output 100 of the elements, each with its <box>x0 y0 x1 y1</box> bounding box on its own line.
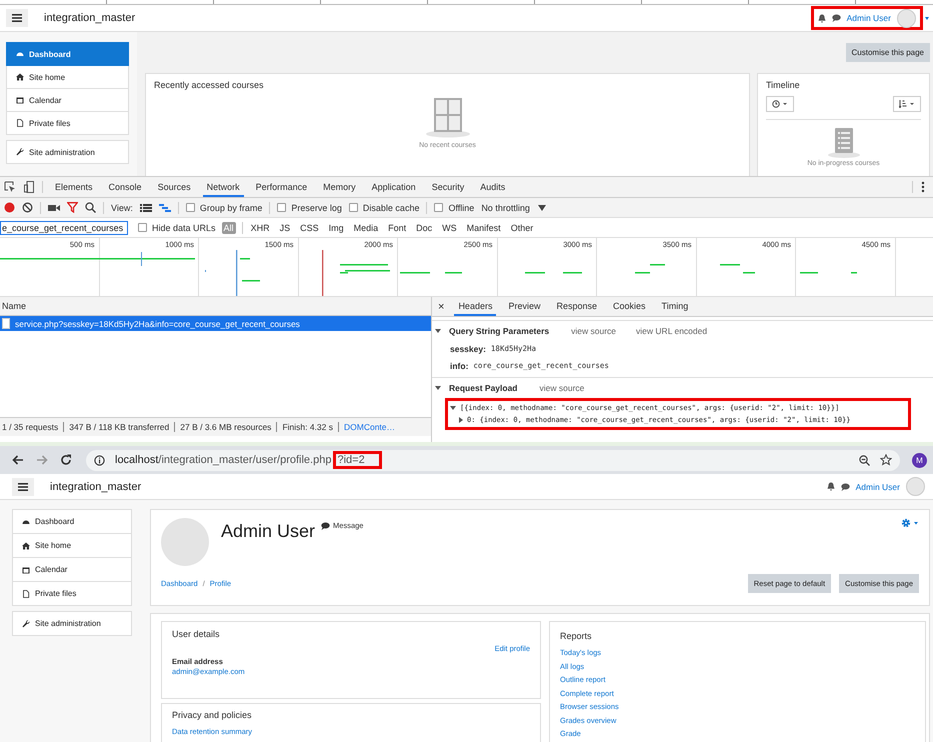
resource-type-filter[interactable]: WS <box>440 222 459 234</box>
resource-type-filter[interactable]: Media <box>352 222 380 234</box>
resource-type-filter[interactable]: Other <box>508 222 536 234</box>
calendar-icon <box>22 566 30 574</box>
section-title[interactable]: Request Payload <box>449 382 518 392</box>
devtools-tab[interactable]: Security <box>428 177 468 197</box>
more-options-icon[interactable] <box>921 181 925 193</box>
clear-icon[interactable] <box>22 202 33 213</box>
home-icon <box>22 542 30 550</box>
throttling-dropdown[interactable]: No throttling <box>481 202 546 212</box>
file-icon <box>16 119 24 127</box>
resource-type-filter[interactable]: JS <box>278 222 292 234</box>
sidebar-item[interactable]: Site home <box>6 66 129 89</box>
devtools-tab[interactable]: Performance <box>252 177 312 197</box>
list-view-icon[interactable] <box>140 204 152 212</box>
devtools-tab[interactable]: Application <box>368 177 420 197</box>
sidebar-item[interactable]: Dashboard <box>6 42 129 66</box>
waterfall-view-icon[interactable] <box>158 204 171 212</box>
sidebar-item[interactable]: Site administration <box>6 140 129 164</box>
section-title[interactable]: Query String Parameters <box>449 326 550 336</box>
request-row[interactable]: service.php?sesskey=18Kd5Hy2Ha&info=core_course_get_recent_courses <box>0 316 431 331</box>
sidebar-item[interactable]: Site administration <box>12 611 132 636</box>
site-name[interactable]: integration_master <box>44 12 136 24</box>
sidebar-item[interactable]: Site home <box>12 534 132 558</box>
profile-avatar[interactable]: M <box>912 452 927 468</box>
card-title: User details <box>172 629 221 639</box>
customise-page-button[interactable]: Customise this page <box>846 43 930 62</box>
view-source-link[interactable]: view URL encoded <box>636 326 708 336</box>
site-name[interactable]: integration_master <box>50 480 142 492</box>
dom-content-link[interactable]: DOMConte… <box>344 422 396 432</box>
settings-icon[interactable] <box>901 518 919 528</box>
close-button[interactable]: × <box>438 300 444 312</box>
card-title: Privacy and policies <box>172 710 253 720</box>
devtools-tab[interactable]: Elements <box>51 177 97 197</box>
resource-type-filter[interactable]: CSS <box>298 222 321 234</box>
card-title: Recently accessed courses <box>154 80 264 90</box>
view-source-link[interactable]: view source <box>540 382 584 392</box>
sidebar-item[interactable]: Calendar <box>6 89 129 112</box>
search-icon[interactable] <box>85 202 96 213</box>
sidebar-item[interactable]: Dashboard <box>12 509 132 534</box>
hide-data-urls-checkbox[interactable]: Hide data URLs <box>138 222 216 232</box>
sidebar-item[interactable]: Private files <box>12 582 132 606</box>
avatar-icon[interactable] <box>897 8 916 28</box>
clock-dropdown-button[interactable] <box>766 96 794 112</box>
file-icon <box>22 590 30 598</box>
sidebar-item[interactable]: Private files <box>6 112 129 135</box>
option-checkbox[interactable]: Preserve log <box>277 202 342 212</box>
expand-arrow-icon[interactable] <box>435 386 441 390</box>
resource-type-filter[interactable]: Manifest <box>464 222 503 234</box>
list-document-icon <box>826 126 860 158</box>
option-checkbox[interactable]: Group by frame <box>186 202 262 212</box>
resource-type-filter[interactable]: Font <box>386 222 408 234</box>
address-bar[interactable]: localhost/integration_master/user/profile.php ?id=2 <box>86 450 900 470</box>
menu-button[interactable] <box>6 9 28 27</box>
option-checkbox[interactable]: Disable cache <box>348 202 420 212</box>
detail-tab[interactable]: Headers <box>454 297 496 316</box>
sort-icon <box>899 100 915 108</box>
detail-tab[interactable]: Preview <box>504 297 544 316</box>
user-name-link[interactable]: Admin User <box>856 482 900 492</box>
view-source-link[interactable]: view source <box>571 326 616 336</box>
caret-icon[interactable] <box>925 16 929 20</box>
chat-icon[interactable] <box>840 482 850 490</box>
devtools-tab[interactable]: Console <box>104 177 146 197</box>
option-checkbox[interactable]: Offline <box>434 202 474 212</box>
resource-type-filter[interactable]: Doc <box>414 222 434 234</box>
devtools-tab[interactable]: Memory <box>319 177 360 197</box>
expand-arrow-icon[interactable] <box>450 406 456 410</box>
view-label: View: <box>111 202 133 212</box>
device-icon[interactable] <box>24 181 34 193</box>
devtools-tab[interactable]: Sources <box>154 177 195 197</box>
resource-type-filter[interactable]: XHR <box>248 222 272 234</box>
chat-icon[interactable] <box>832 14 841 22</box>
reload-icon[interactable] <box>60 454 72 466</box>
star-icon[interactable] <box>880 454 892 466</box>
gauge-icon <box>22 518 30 526</box>
resource-type-filter[interactable]: Img <box>326 222 346 234</box>
expand-arrow-icon[interactable] <box>435 328 441 332</box>
back-icon[interactable] <box>12 455 24 465</box>
zoom-out-icon[interactable] <box>859 454 870 466</box>
param-key: sesskey: <box>450 344 486 354</box>
menu-button[interactable] <box>12 478 34 496</box>
card-title: Reports <box>560 631 593 641</box>
menu-icon <box>12 14 22 22</box>
detail-tab[interactable]: Timing <box>658 297 692 316</box>
record-icon[interactable] <box>4 202 15 213</box>
detail-tab[interactable]: Cookies <box>609 297 650 316</box>
video-camera-icon[interactable] <box>48 204 60 212</box>
sort-dropdown-button[interactable] <box>893 96 921 112</box>
filter-icon[interactable] <box>67 202 78 213</box>
user-name-link[interactable]: Admin User <box>846 13 891 23</box>
devtools-tab[interactable]: Audits <box>476 177 510 197</box>
bell-icon[interactable] <box>818 14 826 22</box>
expand-arrow-icon[interactable] <box>459 417 463 423</box>
sidebar-item[interactable]: Calendar <box>12 558 132 582</box>
bell-icon[interactable] <box>826 482 835 491</box>
column-header[interactable]: Name <box>0 297 431 316</box>
status-text: 347 B / 118 KB transferred <box>69 422 170 432</box>
detail-tab[interactable]: Response <box>552 297 602 316</box>
inspect-icon[interactable] <box>4 181 16 193</box>
filter-input[interactable]: e_course_get_recent_courses <box>0 220 128 234</box>
